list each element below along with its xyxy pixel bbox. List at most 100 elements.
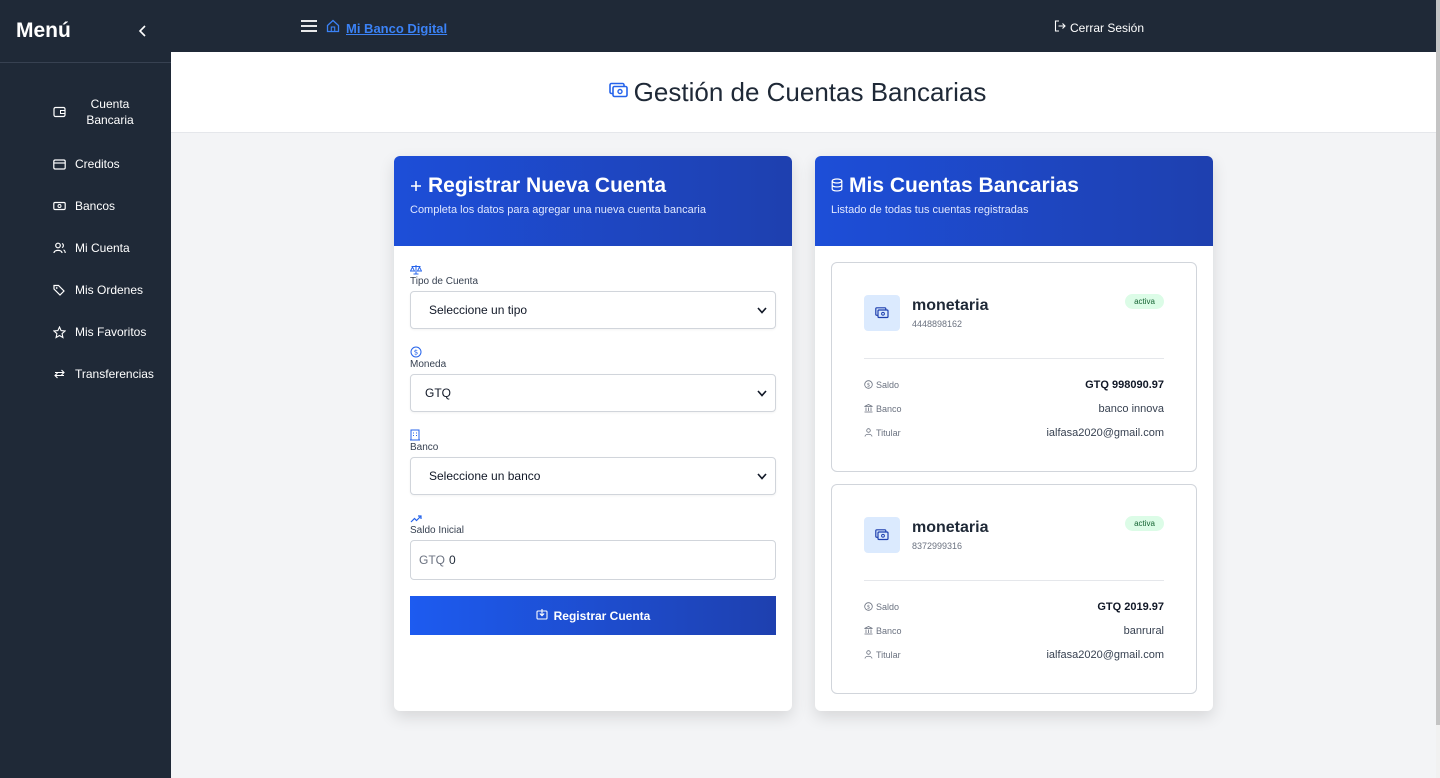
card-header: Mis Cuentas Bancarias Listado de todas t… (815, 156, 1213, 246)
page-header: Gestión de Cuentas Bancarias (171, 52, 1436, 133)
sidebar-item-cuenta-bancaria[interactable]: Cuenta Bancaria (0, 85, 171, 143)
row-label: Banco (876, 404, 902, 414)
accounts-list: monetaria 4448898162 activa $ Saldo GTQ 9… (815, 246, 1213, 694)
dollar-circle-icon: $ (410, 345, 776, 358)
brand-link[interactable]: Mi Banco Digital (326, 19, 447, 38)
sidebar-item-label: Bancos (75, 199, 116, 213)
card-title: Mis Cuentas Bancarias (849, 174, 1079, 197)
sidebar-item-mi-cuenta[interactable]: Mi Cuenta (0, 227, 171, 269)
sidebar-title: Menú (16, 19, 71, 42)
register-account-button[interactable]: Registrar Cuenta (410, 596, 776, 635)
status-badge: activa (1125, 294, 1164, 309)
status-badge: activa (1125, 516, 1164, 531)
card-subtitle: Listado de todas tus cuentas registradas (831, 204, 1029, 216)
sidebar-item-mis-ordenes[interactable]: Mis Ordenes (0, 269, 171, 311)
balance-row: $ Saldo GTQ 2019.97 (864, 595, 1164, 619)
bank-row: Banco banrural (864, 619, 1164, 643)
download-icon (536, 608, 548, 623)
field-moneda: $ Moneda GTQ (410, 345, 776, 412)
saldo-inicial-input[interactable]: GTQ 0 (410, 540, 776, 580)
row-label: Titular (876, 650, 901, 660)
bank-value: banrural (1123, 625, 1164, 637)
home-icon (326, 19, 340, 38)
holder-value: ialfasa2020@gmail.com (1046, 649, 1164, 661)
sidebar-item-label: Cuenta Bancaria (86, 97, 134, 127)
card-header: Registrar Nueva Cuenta Completa los dato… (394, 156, 792, 246)
sidebar-item-transferencias[interactable]: Transferencias (0, 353, 171, 395)
brand-label: Mi Banco Digital (346, 21, 448, 36)
account-type: monetaria (912, 297, 989, 314)
balance-value: GTQ 2019.97 (1097, 601, 1164, 613)
trending-up-icon (410, 511, 776, 523)
sidebar-item-label: Transferencias (75, 367, 154, 381)
chevron-down-icon (757, 469, 767, 483)
user-icon (864, 427, 873, 439)
sidebar-header: Menú (0, 0, 171, 63)
wallet-icon (53, 105, 67, 119)
field-tipo-cuenta: Tipo de Cuenta Seleccione un tipo (409, 262, 776, 329)
building-icon (410, 428, 776, 441)
svg-text:$: $ (867, 382, 871, 388)
field-label: Tipo de Cuenta (410, 276, 479, 287)
field-label: Moneda (410, 359, 447, 370)
bank-icon (864, 625, 873, 637)
sidebar-item-label: Mi Cuenta (75, 241, 130, 255)
chevron-left-icon[interactable] (135, 23, 151, 39)
logout-icon (1054, 20, 1066, 35)
sidebar-item-label: Creditos (75, 157, 120, 171)
button-label: Registrar Cuenta (553, 608, 651, 623)
svg-text:$: $ (867, 604, 871, 610)
banknote-icon (864, 295, 900, 331)
scrollbar-thumb[interactable] (1436, 0, 1440, 725)
holder-row: Titular ialfasa2020@gmail.com (864, 421, 1164, 445)
field-label: Saldo Inicial (410, 525, 464, 536)
chevron-down-icon (757, 303, 767, 317)
moneda-select[interactable]: GTQ (410, 374, 776, 412)
row-label: Banco (876, 626, 902, 636)
database-icon (831, 174, 843, 198)
logout-label: Cerrar Sesión (1070, 20, 1145, 35)
select-value: Seleccione un tipo (429, 303, 528, 317)
holder-value: ialfasa2020@gmail.com (1046, 427, 1164, 439)
topbar: Mi Banco Digital Cerrar Sesión (171, 0, 1436, 52)
banknote-icon (864, 517, 900, 553)
dollar-circle-icon: $ (864, 601, 873, 613)
bank-icon (864, 403, 873, 415)
input-value: 0 (449, 553, 456, 567)
transfer-icon (53, 367, 67, 381)
card-title: Registrar Nueva Cuenta (428, 174, 667, 197)
users-icon (53, 241, 67, 255)
sidebar-item-mis-favoritos[interactable]: Mis Favoritos (0, 311, 171, 353)
account-number: 4448898162 (912, 319, 963, 329)
sidebar-nav: Cuenta Bancaria Creditos Bancos Mi Cuent… (0, 63, 171, 395)
bank-row: Banco banco innova (864, 397, 1164, 421)
account-item: monetaria 4448898162 activa $ Saldo GTQ 9… (831, 262, 1197, 472)
row-label: Saldo (876, 602, 900, 612)
banknote-icon (53, 199, 67, 213)
sidebar: Menú Cuenta Bancaria Creditos Bancos Mi … (0, 0, 171, 778)
account-number: 8372999316 (912, 541, 963, 551)
plus-icon (410, 174, 422, 198)
row-label: Titular (876, 428, 901, 438)
row-label: Saldo (876, 380, 900, 390)
register-form: Tipo de Cuenta Seleccione un tipo $ Mone… (394, 246, 792, 635)
balance-value: GTQ 998090.97 (1085, 379, 1164, 391)
field-label: Banco (410, 442, 439, 453)
svg-text:$: $ (414, 349, 418, 357)
sidebar-item-bancos[interactable]: Bancos (0, 185, 171, 227)
tipo-cuenta-select[interactable]: Seleccione un tipo (410, 291, 776, 329)
card-subtitle: Completa los datos para agregar una nuev… (410, 204, 706, 216)
banknote-icon (608, 82, 628, 103)
hamburger-menu-icon[interactable] (301, 19, 317, 33)
sidebar-item-creditos[interactable]: Creditos (0, 143, 171, 185)
banco-select[interactable]: Seleccione un banco (410, 457, 776, 495)
user-icon (864, 649, 873, 661)
accounts-list-card: Mis Cuentas Bancarias Listado de todas t… (815, 156, 1213, 711)
logout-button[interactable]: Cerrar Sesión (1054, 20, 1144, 35)
account-type: monetaria (912, 519, 989, 536)
field-saldo-inicial: Saldo Inicial GTQ 0 (410, 511, 776, 580)
scale-icon (409, 262, 776, 275)
balance-row: $ Saldo GTQ 998090.97 (864, 373, 1164, 397)
chevron-down-icon (757, 386, 767, 400)
star-icon (53, 325, 67, 339)
